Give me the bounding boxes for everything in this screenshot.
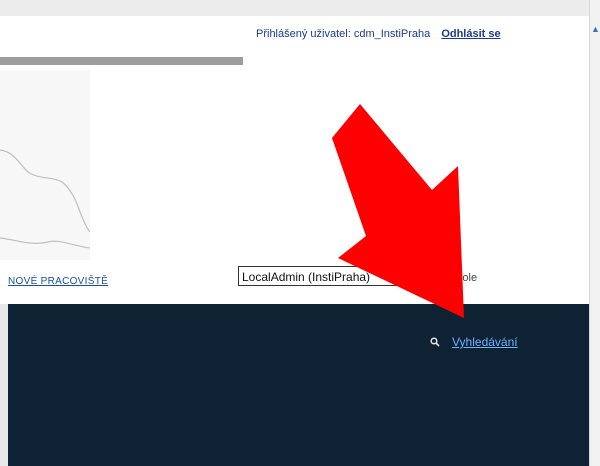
search-icon: [430, 337, 440, 347]
map-outline-lower: [0, 237, 90, 249]
search-link[interactable]: Vyhledávání: [452, 335, 518, 349]
grey-divider-bar: [0, 57, 243, 65]
scroll-up-arrow-icon[interactable]: ▲: [591, 24, 600, 34]
top-bar: [0, 0, 590, 16]
vertical-scrollbar[interactable]: ▲: [589, 0, 600, 466]
active-role-label: ktivní role: [430, 272, 478, 284]
map-outline: [0, 149, 90, 233]
logged-user-line: Přihlášený uživatel: cdm_InstiPraha Odhl…: [256, 28, 501, 40]
map-fragment: [0, 70, 90, 260]
dark-content-panel: [0, 304, 589, 466]
logged-user-text: Přihlášený uživatel: cdm_InstiPraha: [256, 28, 431, 40]
role-select[interactable]: LocalAdmin (InstiPraha): [238, 266, 398, 286]
new-workplace-link[interactable]: NOVÉ PRACOVIŠTĚ: [8, 276, 108, 287]
search-area[interactable]: Vyhledávání: [430, 335, 518, 349]
panel-left-edge: [0, 304, 8, 466]
logout-link[interactable]: Odhlásit se: [441, 28, 500, 40]
